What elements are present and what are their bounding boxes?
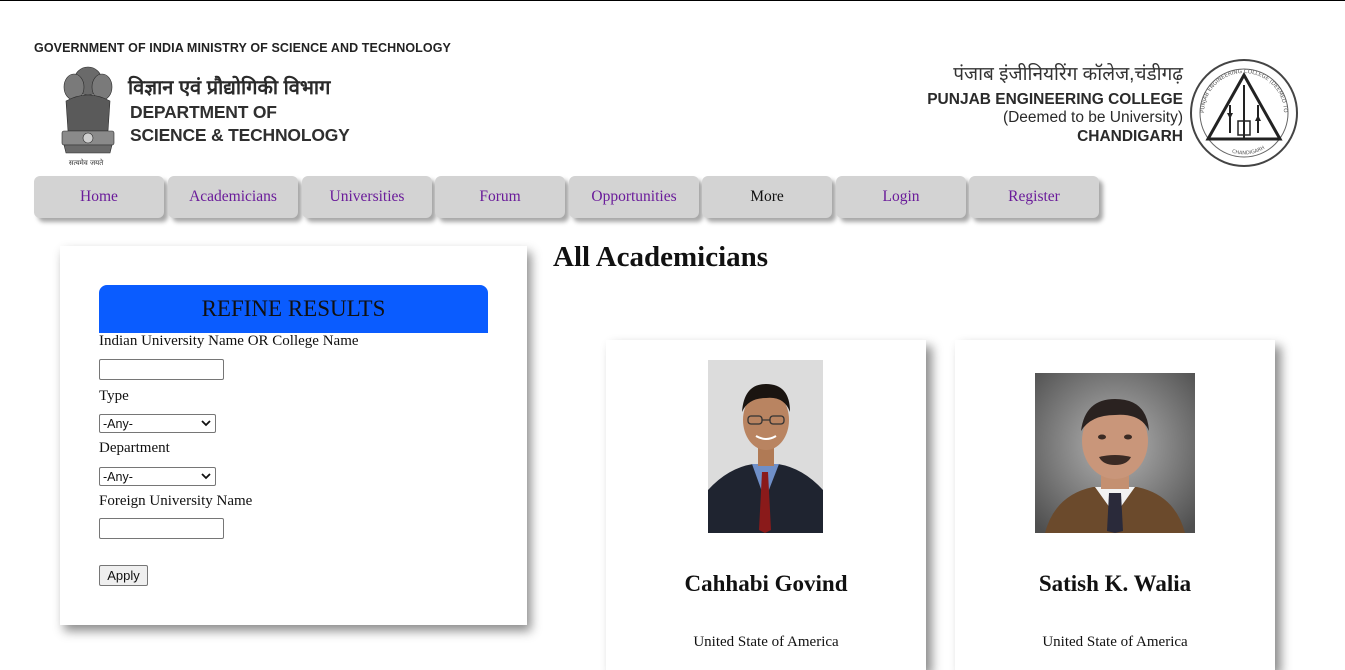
dst-english-line2: SCIENCE & TECHNOLOGY <box>130 125 350 145</box>
pec-english-line2: (Deemed to be University) <box>1002 109 1183 126</box>
department-label: Department <box>99 440 170 456</box>
academician-card[interactable]: Cahhabi Govind United State of America <box>606 340 926 670</box>
refine-results-title: REFINE RESULTS <box>99 285 488 333</box>
academician-photo <box>708 360 823 533</box>
academician-country: United State of America <box>693 634 839 650</box>
foreign-university-label: Foreign University Name <box>99 493 253 509</box>
nav-more[interactable]: More <box>702 176 832 218</box>
chevron-down-icon <box>201 473 211 480</box>
nav-academicians[interactable]: Academicians <box>168 176 298 218</box>
refine-results-panel: REFINE RESULTS Indian University Name OR… <box>60 246 527 625</box>
pec-hindi-title: पंजाब इंजीनियरिंग कॉलेज,चंडीगढ़ <box>953 64 1183 85</box>
academician-card[interactable]: Satish K. Walia United State of America <box>955 340 1275 670</box>
department-select[interactable]: -Any- <box>99 467 216 486</box>
chevron-down-icon <box>201 420 211 427</box>
nav-opportunities[interactable]: Opportunities <box>569 176 699 218</box>
page-title: All Academicians <box>553 241 769 273</box>
emblem-motto: सत्यमेव जयते <box>69 158 104 167</box>
national-emblem-icon: सत्यमेव जयते <box>61 66 115 167</box>
pec-seal-icon: PUNJAB ENGINEERING COLLEGE (DEEMED TO BE… <box>1186 57 1298 167</box>
academician-photo <box>1035 373 1195 533</box>
apply-button[interactable]: Apply <box>99 565 148 586</box>
pec-english-line3: CHANDIGARH <box>1077 128 1183 145</box>
pec-english-line1: PUNJAB ENGINEERING COLLEGE <box>927 91 1183 108</box>
dst-hindi-title: विज्ञान एवं प्रौद्योगिकी विभाग <box>128 77 331 99</box>
dst-english-line1: DEPARTMENT OF <box>130 102 277 122</box>
site-header: GOVERNMENT OF INDIA MINISTRY OF SCIENCE … <box>0 1 1345 173</box>
government-line: GOVERNMENT OF INDIA MINISTRY OF SCIENCE … <box>34 41 451 55</box>
nav-home[interactable]: Home <box>34 176 164 218</box>
foreign-university-input[interactable] <box>99 518 224 539</box>
nav-register[interactable]: Register <box>969 176 1099 218</box>
academician-name[interactable]: Satish K. Walia <box>955 571 1275 597</box>
nav-universities[interactable]: Universities <box>302 176 432 218</box>
nav-login[interactable]: Login <box>836 176 966 218</box>
type-select[interactable]: -Any- <box>99 414 216 433</box>
university-label: Indian University Name OR College Name <box>99 333 359 349</box>
department-select-value: -Any- <box>103 469 133 484</box>
type-select-value: -Any- <box>103 416 133 431</box>
university-input[interactable] <box>99 359 224 380</box>
academician-name[interactable]: Cahhabi Govind <box>606 571 926 597</box>
type-label: Type <box>99 388 129 404</box>
academician-country: United State of America <box>1042 634 1188 650</box>
nav-forum[interactable]: Forum <box>435 176 565 218</box>
